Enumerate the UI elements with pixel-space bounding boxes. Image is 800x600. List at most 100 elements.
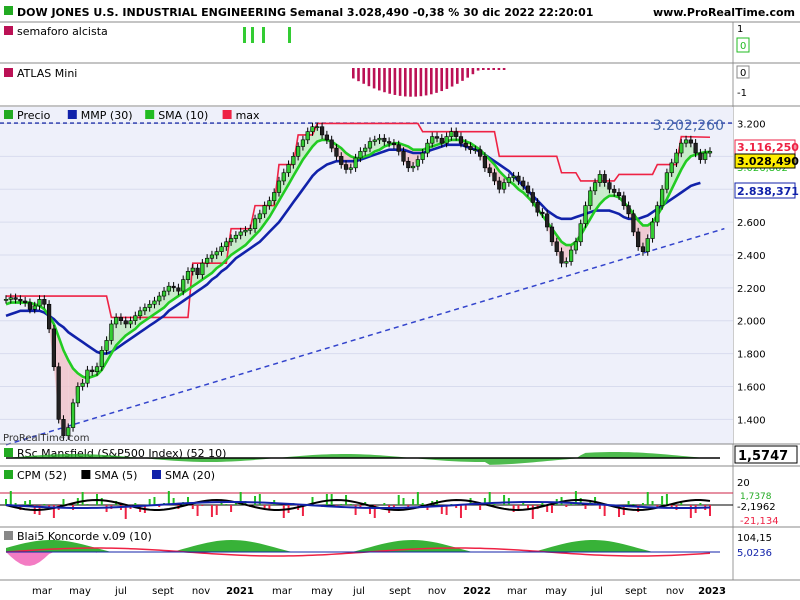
cpm-bar: [282, 505, 285, 518]
y-tick-label: 1.400: [737, 415, 766, 426]
candle-body: [233, 234, 238, 239]
candle-body: [434, 136, 440, 139]
legend-swatch-2: [145, 110, 155, 119]
cpm-bar: [512, 505, 515, 512]
cpm-bar: [100, 498, 103, 505]
candle-body: [185, 271, 191, 280]
cpm-bar: [28, 500, 31, 505]
cpm-bar: [215, 505, 218, 515]
candle-body: [511, 175, 516, 178]
cpm-legend-swatch-1: [81, 470, 91, 479]
y-tick-label: 3.200: [737, 119, 766, 130]
main-panel: PrecioMMP (30)SMA (10)max 3.2003.0002.80…: [0, 105, 800, 446]
x-axis: mar may jul sept nov 2021 mar may jul sept nov 2022…: [0, 579, 800, 597]
atlas-bar: [357, 68, 360, 82]
candle-body: [626, 205, 631, 215]
candle-body: [176, 287, 181, 292]
candle-body: [679, 142, 684, 154]
cpm-bar: [397, 495, 400, 505]
chart-icon: [4, 6, 13, 15]
candle-body: [133, 315, 138, 322]
cpm-value-1: 1,7378: [740, 492, 772, 502]
candle-body: [396, 144, 401, 152]
x-tick-label: 2021: [226, 586, 254, 597]
cpm-bar: [416, 492, 419, 505]
cpm-value-3: -21,134: [740, 516, 779, 527]
candle-body: [492, 172, 497, 182]
candle-body: [300, 139, 306, 147]
candle-body: [554, 241, 559, 252]
cpm-legend-label-1: SMA (5): [94, 469, 137, 482]
candle-body: [454, 131, 459, 137]
x-tick-label: mar: [32, 586, 53, 597]
x-tick-label: may: [69, 586, 91, 597]
candle-body: [99, 349, 104, 368]
candle-body: [152, 300, 157, 305]
cpm-legend-swatch-2: [152, 470, 161, 479]
cpm-bar: [196, 505, 199, 516]
atlas-panel: ATLAS Mini 0 -1: [0, 62, 800, 99]
cpm-bar: [81, 492, 84, 505]
cpm-bar: [459, 505, 462, 518]
cpm-bar: [565, 505, 568, 507]
candle-body: [224, 241, 229, 248]
candle-body: [616, 192, 622, 197]
candle-body: [296, 146, 301, 157]
cpm-bar: [412, 499, 415, 505]
x-tick-label: sept: [625, 586, 647, 597]
cpm-bar: [263, 505, 266, 508]
y-tick-label: 1.800: [737, 350, 766, 361]
cpm-bar: [230, 505, 233, 512]
candle-body: [401, 151, 406, 162]
hline-label: 3.202,260: [653, 118, 724, 134]
atlas-bar: [502, 68, 506, 70]
candle-body: [363, 147, 368, 152]
cpm-bar: [479, 505, 482, 510]
atlas-bars: [352, 68, 506, 97]
brand-label[interactable]: www.ProRealTime.com: [653, 6, 795, 19]
atlas-bar: [435, 68, 438, 93]
legend-swatch-icon: [4, 26, 13, 35]
atlas-bar: [414, 68, 417, 97]
candle-body: [118, 317, 124, 322]
candle-body: [329, 139, 334, 149]
semaforo-label: semaforo alcista: [17, 25, 108, 38]
cpm-legend: CPM (52) SMA (5) SMA (20): [4, 469, 215, 482]
cpm-bar: [531, 505, 534, 519]
cpm-bar: [24, 501, 27, 505]
legend-swatch-icon: [4, 68, 13, 77]
candle-body: [564, 261, 569, 264]
candle-body: [315, 126, 320, 129]
cpm-bar: [383, 503, 386, 505]
candle-body: [525, 185, 531, 193]
candle-body: [195, 267, 200, 275]
blai-pink-area: [6, 552, 97, 566]
cpm-bar: [661, 496, 664, 505]
candle-body: [291, 156, 296, 165]
x-tick-label: sept: [389, 586, 411, 597]
atlas-bar: [461, 68, 464, 81]
candle-body: [430, 136, 435, 144]
y-tick-label: 2.600: [737, 218, 766, 229]
candle-body: [516, 175, 521, 182]
cpm-bar: [153, 497, 156, 505]
candle-body: [535, 202, 540, 213]
candle-body: [353, 157, 358, 169]
candle-body: [439, 137, 444, 144]
candle-body: [660, 188, 665, 206]
candle-body: [32, 305, 37, 310]
cpm-bar: [167, 491, 170, 505]
x-tick-label: sept: [152, 586, 174, 597]
atlas-bar: [419, 68, 423, 97]
x-tick-label: nov: [666, 586, 684, 597]
candle-body: [123, 320, 128, 325]
candle-body: [219, 246, 224, 252]
candle-body: [420, 152, 425, 160]
candle-body: [497, 180, 502, 190]
candle-body: [80, 382, 85, 387]
candle-body: [37, 299, 42, 307]
candle-body: [209, 254, 215, 259]
candle-body: [281, 172, 286, 182]
candle-body: [286, 164, 291, 174]
cpm-bar: [584, 505, 587, 509]
